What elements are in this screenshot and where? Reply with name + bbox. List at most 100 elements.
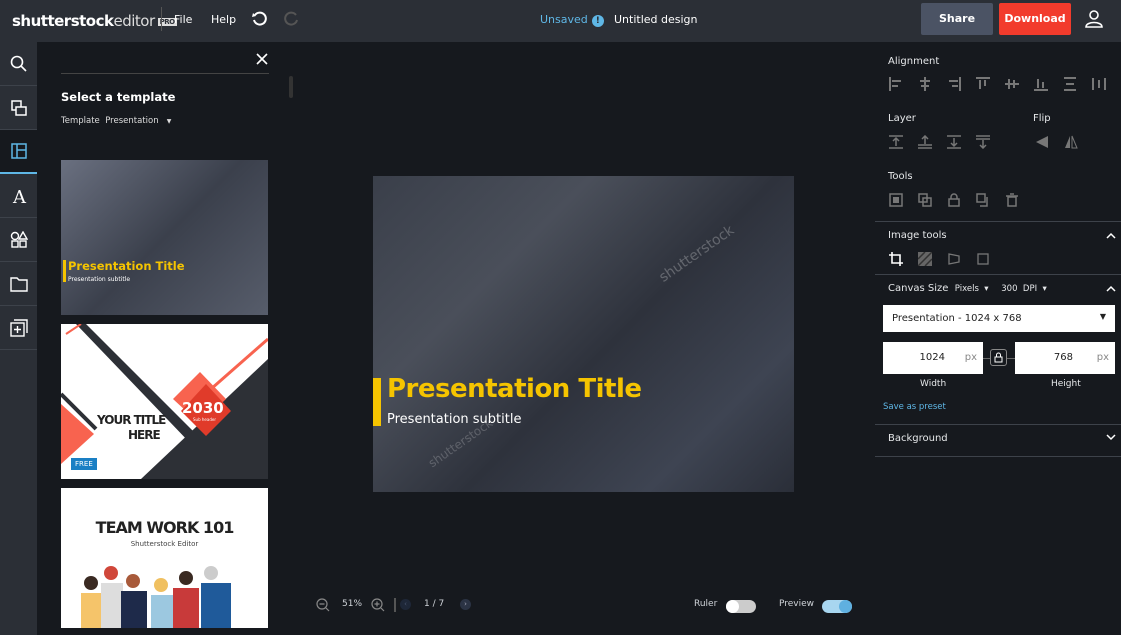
top-bar: shutterstockeditor PRO File Help Unsaved!… bbox=[0, 0, 1121, 42]
elements-tool[interactable] bbox=[0, 218, 37, 262]
image-tools-icons bbox=[881, 251, 997, 267]
info-icon[interactable]: ! bbox=[591, 15, 604, 27]
chevron-up-icon[interactable] bbox=[1106, 285, 1116, 293]
thumb-title: TEAM WORK 101 bbox=[95, 518, 235, 537]
send-to-back-icon[interactable] bbox=[968, 134, 997, 150]
flip-vertical-icon[interactable] bbox=[1056, 134, 1085, 150]
zoom-out-icon[interactable] bbox=[316, 598, 330, 612]
bring-forward-icon[interactable] bbox=[910, 134, 939, 150]
prev-page-button[interactable]: ‹ bbox=[400, 599, 411, 610]
layers-icon bbox=[10, 99, 27, 116]
tools-icons bbox=[881, 192, 1026, 208]
flip-horizontal-icon[interactable] bbox=[1027, 134, 1056, 150]
canvas-size-row: Canvas Size Pixels ▾ 300 DPI ▾ bbox=[888, 283, 1047, 294]
background-section[interactable]: Background bbox=[888, 433, 948, 444]
alignment-icons bbox=[881, 76, 1113, 92]
search-underline[interactable] bbox=[61, 73, 269, 74]
template-filter[interactable]: Template Presentation ▼ bbox=[61, 116, 171, 126]
free-badge: FREE bbox=[71, 458, 97, 470]
thumb-title-2: HERE bbox=[128, 428, 161, 442]
lock-icon bbox=[994, 352, 1003, 363]
panel-heading: Select a template bbox=[61, 90, 176, 104]
flip-icons bbox=[1027, 134, 1085, 150]
search-tool[interactable] bbox=[0, 42, 37, 86]
tool-rail: A bbox=[0, 42, 37, 635]
thumb-title-1: YOUR TITLE bbox=[97, 413, 166, 427]
zoom-in-icon[interactable] bbox=[371, 598, 385, 612]
width-input[interactable]: 1024 px bbox=[883, 342, 983, 374]
alignment-label: Alignment bbox=[888, 56, 940, 67]
align-bottom-icon[interactable] bbox=[1026, 76, 1055, 92]
layers-tool[interactable] bbox=[0, 86, 37, 130]
next-page-button[interactable]: › bbox=[460, 599, 471, 610]
height-label: Height bbox=[1051, 379, 1081, 389]
menu-help[interactable]: Help bbox=[211, 13, 236, 26]
unsaved-status: Unsaved! bbox=[540, 13, 604, 27]
uploads-tool[interactable] bbox=[0, 262, 37, 306]
divider bbox=[875, 456, 1121, 457]
save-preset-link[interactable]: Save as preset bbox=[883, 402, 946, 412]
thumb-subtitle: Shutterstock Editor bbox=[130, 540, 199, 548]
logo: shutterstockeditor PRO bbox=[12, 12, 177, 30]
svg-text:A: A bbox=[12, 187, 27, 205]
watermark: shutterstock bbox=[656, 222, 738, 286]
preset-select[interactable]: Presentation - 1024 x 768 ▼ bbox=[883, 305, 1115, 332]
redo-icon[interactable] bbox=[284, 11, 300, 27]
layer-label: Layer bbox=[888, 113, 916, 124]
group-icon[interactable] bbox=[881, 192, 910, 208]
send-backward-icon[interactable] bbox=[939, 134, 968, 150]
download-button[interactable]: Download bbox=[999, 3, 1071, 35]
divider bbox=[875, 221, 1121, 222]
align-middle-icon[interactable] bbox=[997, 76, 1026, 92]
thumb-subheader: Sub header bbox=[193, 417, 216, 422]
divider bbox=[875, 274, 1121, 275]
copy-style-icon[interactable] bbox=[968, 192, 997, 208]
duplicate-icon[interactable] bbox=[910, 192, 939, 208]
ruler-toggle[interactable] bbox=[726, 600, 756, 613]
canvas-title[interactable]: Presentation Title bbox=[387, 374, 642, 404]
undo-icon[interactable] bbox=[251, 11, 267, 27]
filter-icon[interactable] bbox=[910, 251, 939, 267]
lock-ratio-button[interactable] bbox=[990, 349, 1007, 366]
align-center-icon[interactable] bbox=[910, 76, 939, 92]
menu-file[interactable]: File bbox=[174, 13, 192, 26]
add-page-tool[interactable] bbox=[0, 306, 37, 350]
transform-icon[interactable] bbox=[968, 251, 997, 267]
bring-to-front-icon[interactable] bbox=[881, 134, 910, 150]
chevron-down-icon[interactable] bbox=[1106, 433, 1116, 441]
preview-toggle[interactable] bbox=[822, 600, 852, 613]
distribute-vertical-icon[interactable] bbox=[1055, 76, 1084, 92]
thumb-graphic bbox=[61, 324, 268, 479]
thumb-subtitle: Presentation subtitle bbox=[68, 276, 131, 283]
ruler-label: Ruler bbox=[694, 599, 718, 609]
text-icon: A bbox=[12, 187, 27, 205]
design-canvas[interactable]: shutterstock shutterstock Presentation T… bbox=[373, 176, 794, 492]
scrollbar[interactable] bbox=[289, 76, 293, 98]
lock-icon[interactable] bbox=[939, 192, 968, 208]
align-left-icon[interactable] bbox=[881, 76, 910, 92]
properties-panel: Alignment Layer Flip Tools Image tools C… bbox=[875, 42, 1121, 635]
close-icon[interactable] bbox=[256, 53, 268, 65]
user-icon[interactable] bbox=[1084, 9, 1104, 29]
share-button[interactable]: Share bbox=[921, 3, 993, 35]
dpi-dropdown[interactable]: 300 DPI ▾ bbox=[1001, 284, 1047, 294]
perspective-icon[interactable] bbox=[939, 251, 968, 267]
template-thumb-1[interactable]: Presentation Title Presentation subtitle bbox=[61, 160, 268, 315]
canvas-subtitle[interactable]: Presentation subtitle bbox=[387, 412, 521, 427]
crop-icon[interactable] bbox=[881, 251, 910, 267]
document-title[interactable]: Untitled design bbox=[614, 13, 698, 26]
trash-icon[interactable] bbox=[997, 192, 1026, 208]
height-input[interactable]: 768 px bbox=[1015, 342, 1115, 374]
add-page-icon bbox=[9, 318, 28, 337]
unit-dropdown[interactable]: Pixels ▾ bbox=[955, 284, 989, 294]
text-tool[interactable]: A bbox=[0, 174, 37, 218]
align-top-icon[interactable] bbox=[968, 76, 997, 92]
layer-icons bbox=[881, 134, 997, 150]
template-thumb-2[interactable]: 2030 Sub header YOUR TITLE HERE FREE bbox=[61, 324, 268, 479]
templates-tool[interactable] bbox=[0, 130, 37, 174]
align-right-icon[interactable] bbox=[939, 76, 968, 92]
chevron-up-icon[interactable] bbox=[1106, 232, 1116, 240]
distribute-horizontal-icon[interactable] bbox=[1084, 76, 1113, 92]
template-thumb-3[interactable]: TEAM WORK 101 Shutterstock Editor bbox=[61, 488, 268, 628]
preview-label: Preview bbox=[779, 599, 815, 609]
